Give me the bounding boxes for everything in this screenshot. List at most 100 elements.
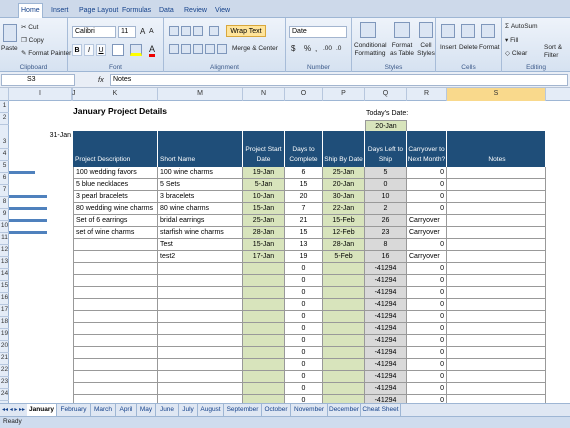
format-table-icon[interactable] [394,22,410,38]
table-cell[interactable]: 0 [407,239,447,251]
table-cell[interactable]: 0 [285,359,323,371]
table-cell[interactable]: 6 [285,167,323,179]
table-cell[interactable] [73,323,158,335]
worksheet-grid[interactable]: January Project Details Today's Date: 20… [9,101,570,403]
table-cell[interactable]: 0 [407,311,447,323]
table-cell[interactable] [447,287,546,299]
decrease-decimal-button[interactable]: .0 [336,45,341,52]
tab-formulas[interactable]: Formulas [120,4,153,18]
table-cell[interactable] [447,179,546,191]
table-cell[interactable] [447,323,546,335]
table-cell[interactable] [447,239,546,251]
column-header[interactable]: Q [365,88,407,101]
row-header[interactable]: 14 [0,270,9,281]
table-cell[interactable] [447,191,546,203]
table-cell[interactable]: 0 [407,167,447,179]
table-cell[interactable]: 22-Jan [323,203,365,215]
table-cell[interactable] [447,275,546,287]
sheet-tab[interactable]: January [27,404,57,416]
table-cell[interactable]: 0 [407,179,447,191]
table-cell[interactable]: set of wine charms [73,227,158,239]
table-cell[interactable]: 5-Feb [323,251,365,263]
select-all-corner[interactable] [0,88,9,101]
row-header[interactable]: 3 [0,138,9,149]
table-cell[interactable]: 16 [365,251,407,263]
table-cell[interactable] [243,263,285,275]
align-bottom-icon[interactable] [193,26,203,36]
table-cell[interactable] [323,383,365,395]
table-cell[interactable] [447,359,546,371]
table-cell[interactable] [447,335,546,347]
office-button[interactable] [2,2,14,16]
column-header[interactable]: R [407,88,447,101]
table-cell[interactable] [323,395,365,403]
conditional-formatting-button[interactable]: Conditional Formatting [354,42,387,58]
table-cell[interactable] [243,299,285,311]
table-cell[interactable]: 0 [285,371,323,383]
row-header[interactable]: 10 [0,222,9,233]
table-cell[interactable] [73,239,158,251]
table-cell[interactable] [243,347,285,359]
table-cell[interactable]: -41294 [365,383,407,395]
table-cell[interactable] [158,395,243,403]
table-cell[interactable]: 80 wine charms [158,203,243,215]
number-format-select[interactable]: Date [289,26,347,38]
table-cell[interactable]: 0 [407,263,447,275]
table-cell[interactable]: 0 [285,311,323,323]
fill-color-icon[interactable] [130,44,142,56]
sort-filter-button[interactable]: Sort & Filter [544,44,570,60]
tab-review[interactable]: Review [182,4,209,18]
table-cell[interactable]: 0 [285,263,323,275]
copy-button[interactable]: ❐ Copy [21,36,44,44]
table-cell[interactable]: 7 [285,203,323,215]
row-header[interactable]: 6 [0,174,9,185]
table-cell[interactable]: 0 [407,347,447,359]
table-cell[interactable] [73,299,158,311]
table-cell[interactable] [73,311,158,323]
table-cell[interactable] [447,371,546,383]
table-cell[interactable] [447,383,546,395]
table-cell[interactable]: -41294 [365,287,407,299]
insert-button[interactable]: Insert [440,44,456,51]
row-header[interactable]: 9 [0,210,9,221]
column-header[interactable]: I [9,88,72,101]
table-cell[interactable] [73,275,158,287]
table-cell[interactable] [243,383,285,395]
table-cell[interactable]: 0 [407,335,447,347]
increase-decimal-button[interactable]: .00 [323,45,332,52]
column-header[interactable]: S [447,88,546,101]
row-header[interactable]: 8 [0,198,9,209]
borders-icon[interactable] [112,44,124,56]
row-header[interactable]: 18 [0,318,9,329]
table-cell[interactable]: 0 [407,275,447,287]
formula-input[interactable]: Notes [110,74,568,86]
align-right-icon[interactable] [193,44,203,54]
table-cell[interactable] [323,359,365,371]
table-cell[interactable]: 15 [285,179,323,191]
table-cell[interactable]: 0 [407,323,447,335]
table-cell[interactable] [447,227,546,239]
table-cell[interactable]: -41294 [365,371,407,383]
table-cell[interactable]: -41294 [365,359,407,371]
table-cell[interactable]: 0 [407,287,447,299]
row-header[interactable]: 7 [0,186,9,197]
table-cell[interactable] [243,275,285,287]
table-cell[interactable]: -41294 [365,275,407,287]
decrease-indent-icon[interactable] [205,44,215,54]
table-cell[interactable] [323,299,365,311]
table-cell[interactable] [243,311,285,323]
table-cell[interactable]: 19-Jan [243,167,285,179]
table-cell[interactable]: 0 [285,299,323,311]
merge-center-button[interactable]: Merge & Center [232,45,278,52]
table-cell[interactable]: 15-Jan [243,239,285,251]
grow-font-button[interactable]: A [140,27,145,36]
table-cell[interactable]: 8 [365,239,407,251]
column-header[interactable]: O [285,88,323,101]
table-header-cell[interactable]: Days to Complete [285,131,323,167]
table-cell[interactable] [73,395,158,403]
tab-data[interactable]: Data [157,4,176,18]
table-cell[interactable] [447,203,546,215]
table-cell[interactable] [323,371,365,383]
table-cell[interactable]: 12-Feb [323,227,365,239]
sheet-tab[interactable]: August [198,404,224,416]
